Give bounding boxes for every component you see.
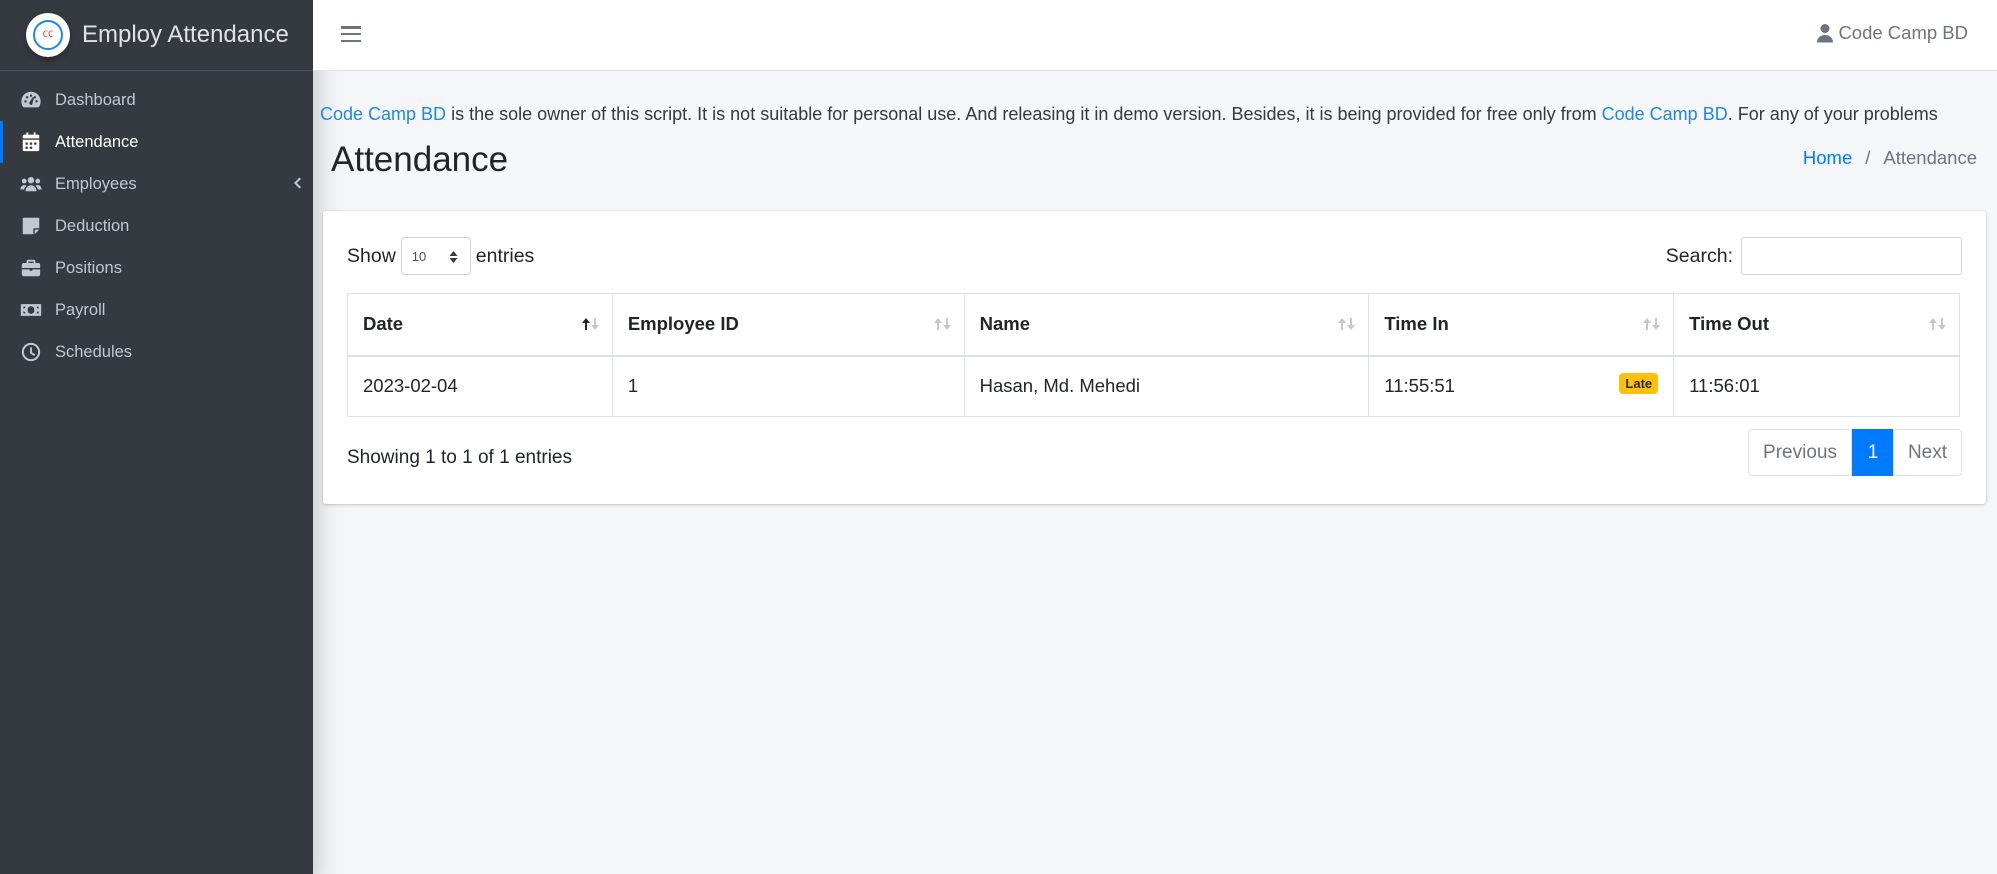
show-label: Show — [347, 244, 396, 267]
column-header-date[interactable]: Date — [347, 293, 613, 357]
breadcrumb-home-link[interactable]: Home — [1803, 147, 1852, 169]
pagination: Previous 1 Next — [1748, 429, 1962, 476]
brand-link[interactable]: CC Employ Attendance — [0, 0, 313, 71]
attendance-card: Show 10 entries Search: Date Employee ID — [323, 211, 1986, 504]
notice-text: is the sole owner of this script. It is … — [446, 104, 1602, 124]
search-input[interactable] — [1741, 237, 1962, 275]
brand-logo: CC — [26, 13, 70, 57]
sidebar-item-dashboard[interactable]: Dashboard — [0, 79, 313, 121]
logo-mark: CC — [33, 20, 63, 50]
briefcase-icon — [18, 257, 44, 279]
sidebar-item-label: Schedules — [55, 342, 133, 361]
brand-title: Employ Attendance — [82, 21, 289, 48]
notice-text: . For any of your problems — [1727, 104, 1938, 124]
select-arrows-icon — [449, 251, 458, 263]
sort-asc-icon — [581, 318, 599, 330]
chevron-left-icon — [291, 176, 303, 190]
entries-select[interactable]: 10 — [400, 237, 471, 275]
breadcrumb: Home / Attendance — [1803, 147, 1977, 169]
time-in-value: 11:55:51 — [1384, 375, 1455, 397]
search-label: Search: — [1665, 244, 1733, 267]
sidebar-item-label: Dashboard — [55, 90, 136, 109]
cell-time-in: 11:55:51 Late — [1368, 355, 1675, 417]
sidebar-nav: Dashboard Attendance Employees Deduction — [0, 71, 313, 373]
clock-icon — [18, 341, 44, 363]
users-icon — [18, 173, 44, 195]
breadcrumb-separator: / — [1865, 147, 1871, 168]
cell-name: Hasan, Md. Mehedi — [963, 355, 1370, 417]
sidebar-item-label: Payroll — [55, 300, 106, 319]
column-header-time-out[interactable]: Time Out — [1673, 293, 1960, 357]
sidebar-item-employees[interactable]: Employees — [0, 163, 313, 205]
page-1-button[interactable]: 1 — [1852, 429, 1894, 476]
sort-icon — [1929, 318, 1946, 330]
column-header-employee-id[interactable]: Employee ID — [611, 293, 965, 357]
table-info: Showing 1 to 1 of 1 entries — [347, 447, 572, 468]
entries-select-value: 10 — [411, 248, 427, 264]
user-name: Code Camp BD — [1838, 22, 1968, 43]
sidebar-item-label: Employees — [55, 174, 137, 193]
search-control: Search: — [1666, 237, 1962, 275]
sort-icon — [1338, 318, 1356, 330]
sidebar-item-payroll[interactable]: Payroll — [0, 289, 313, 331]
breadcrumb-current: Attendance — [1883, 147, 1977, 168]
user-menu[interactable]: Code Camp BD — [1816, 22, 1968, 44]
cell-time-out: 11:56:01 — [1673, 355, 1960, 417]
sidebar-item-label: Deduction — [55, 216, 130, 235]
page-title: Attendance — [331, 140, 509, 179]
sidebar-item-label: Positions — [55, 258, 122, 277]
money-bill-icon — [18, 299, 44, 321]
sticky-note-icon — [18, 215, 44, 237]
entries-label: entries — [475, 244, 535, 267]
sidebar-item-schedules[interactable]: Schedules — [0, 331, 313, 373]
calendar-icon — [18, 131, 44, 153]
top-navbar: Code Camp BD — [313, 0, 1997, 71]
sidebar: CC Employ Attendance Dashboard Attendanc… — [0, 0, 313, 874]
cell-employee-id: 1 — [611, 355, 965, 417]
sort-icon — [1643, 318, 1661, 330]
notice-marquee: Code Camp BD is the sole owner of this s… — [313, 104, 1997, 132]
table-row: 2023-02-04 1 Hasan, Md. Mehedi 11:55:51 … — [347, 355, 1960, 417]
sidebar-item-positions[interactable]: Positions — [0, 247, 313, 289]
column-header-time-in[interactable]: Time In — [1368, 293, 1675, 357]
cell-date: 2023-02-04 — [347, 355, 613, 417]
user-icon — [1817, 24, 1834, 43]
column-header-name[interactable]: Name — [963, 293, 1370, 357]
menu-toggle-icon[interactable] — [341, 24, 361, 44]
tachometer-icon — [18, 89, 44, 111]
sidebar-item-attendance[interactable]: Attendance — [0, 121, 313, 163]
previous-page-button[interactable]: Previous — [1748, 429, 1852, 476]
next-page-button[interactable]: Next — [1893, 429, 1962, 476]
late-badge: Late — [1619, 372, 1659, 394]
table-header-row: Date Employee ID Name Time In Time Out — [347, 293, 1960, 357]
notice-link[interactable]: Code Camp BD — [320, 104, 446, 124]
sort-icon — [933, 318, 951, 330]
attendance-table: Date Employee ID Name Time In Time Out 2… — [347, 293, 1960, 417]
entries-length-control: Show 10 entries — [347, 237, 534, 275]
sidebar-item-deduction[interactable]: Deduction — [0, 205, 313, 247]
notice-link[interactable]: Code Camp BD — [1602, 104, 1728, 124]
sidebar-item-label: Attendance — [55, 132, 139, 151]
